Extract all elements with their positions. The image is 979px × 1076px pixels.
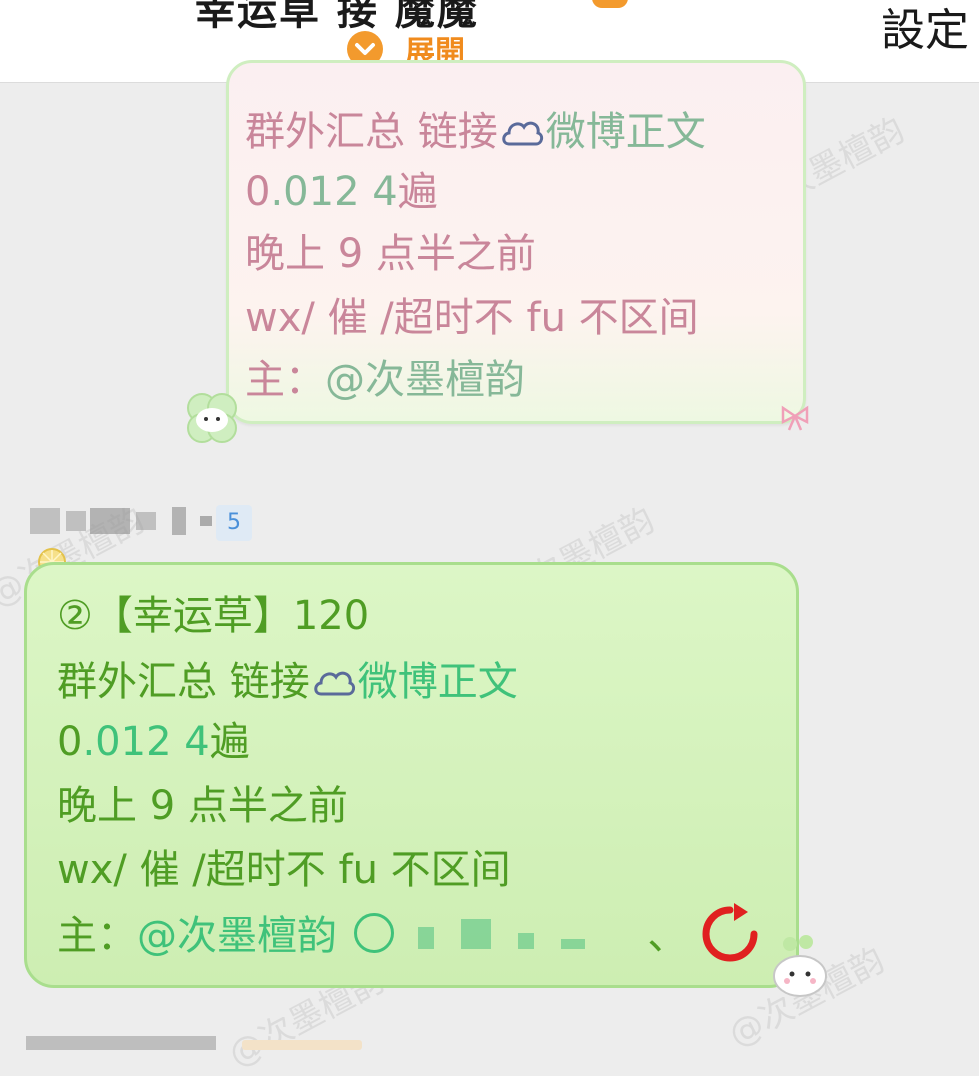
message-line: 主：@次墨檀韵 、: [57, 913, 688, 959]
level-badge: 5: [216, 505, 252, 541]
clover-sticker-icon: [180, 388, 246, 448]
title-badge-icon: [592, 0, 628, 8]
message-line: 0.012 4遍: [245, 169, 438, 215]
refresh-icon[interactable]: [698, 902, 762, 966]
cloud-icon: [500, 111, 544, 161]
message-line: wx/ 催 /超时不 fu 不区间: [57, 847, 511, 893]
message-bubble-previous[interactable]: 群外汇总 链接 微博正文 0.012 4遍 晚上 9 点半之前 wx/ 催 /超时…: [226, 60, 806, 424]
bear-sticker-icon: [770, 934, 830, 998]
emoji-icon: [353, 913, 394, 953]
message-line: 群外汇总 链接 微博正文: [245, 107, 706, 161]
message-bubble-main[interactable]: ②【幸运草】120 群外汇总 链接 微博正文 0.012 4遍 晚上 9 点半之前…: [24, 562, 799, 988]
cloud-icon: [312, 661, 356, 711]
message-line: 晚上 9 点半之前: [57, 783, 348, 829]
message-line: ②【幸运草】120: [57, 593, 370, 639]
next-sender-tag: [242, 1040, 362, 1050]
message-line: 群外汇总 链接 微博正文: [57, 657, 518, 711]
sender-name[interactable]: [30, 506, 212, 536]
message-line: 0.012 4遍: [57, 719, 250, 765]
settings-button[interactable]: 設定: [881, 0, 969, 58]
message-line: 主：@次墨檀韵: [245, 357, 525, 403]
message-line: 晚上 9 点半之前: [245, 231, 536, 277]
message-line: wx/ 催 /超时不 fu 不区间: [245, 295, 699, 341]
ribbon-icon: [778, 404, 812, 434]
